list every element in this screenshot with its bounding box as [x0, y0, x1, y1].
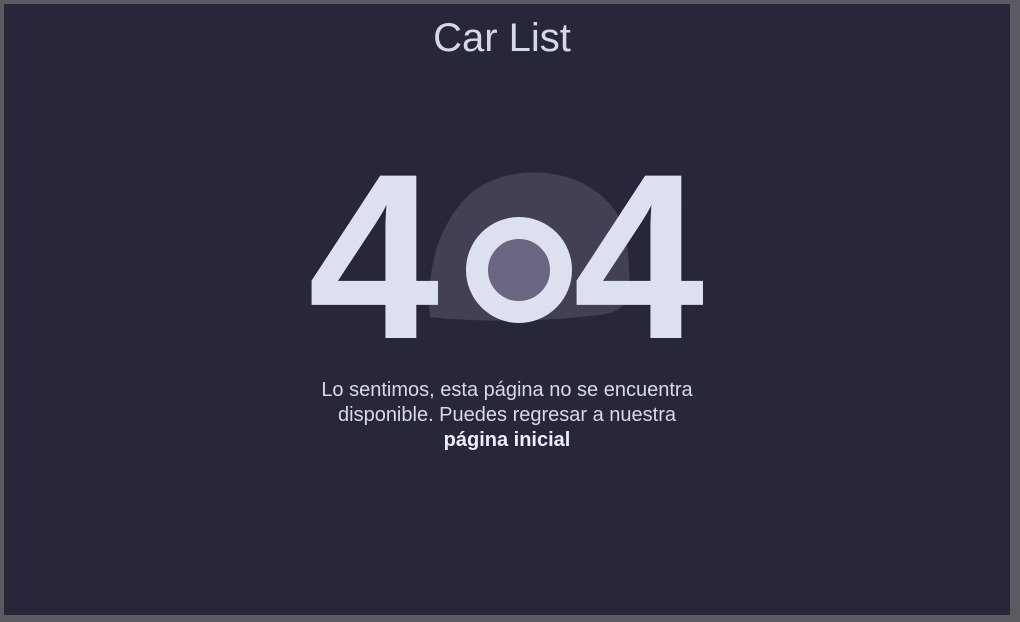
error-message-text: Lo sentimos, esta página no se encuentra… — [321, 379, 693, 426]
left-four-digit: 4 — [308, 142, 439, 352]
page-title: Car List — [433, 16, 571, 60]
right-four-digit: 4 — [573, 142, 704, 352]
home-page-link[interactable]: página inicial — [444, 428, 571, 453]
not-found-message: Lo sentimos, esta página no se encuentra… — [302, 378, 712, 453]
not-found-page: Car List 4 4 Lo sentimos, esta página no… — [4, 4, 1010, 615]
zero-ring-icon — [466, 217, 572, 323]
error-404-illustration: 4 4 — [308, 142, 704, 352]
